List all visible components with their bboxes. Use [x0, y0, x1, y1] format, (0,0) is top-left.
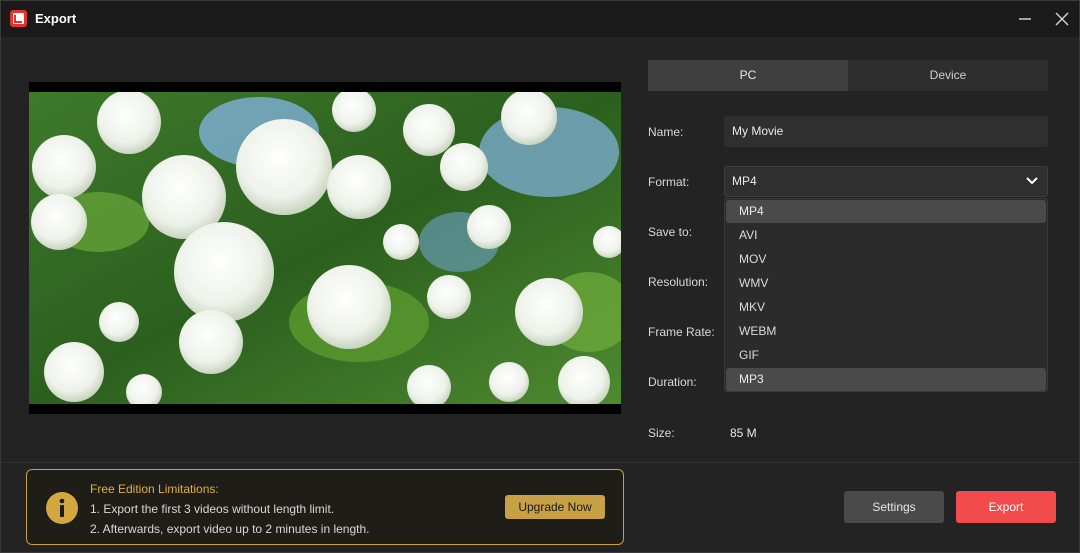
format-dropdown-list: MP4 AVI MOV WMV MKV WEBM GIF MP3: [724, 198, 1048, 392]
frame-rate-label: Frame Rate:: [648, 325, 715, 339]
format-option-gif[interactable]: GIF: [726, 344, 1046, 367]
window-title: Export: [35, 11, 77, 26]
format-option-mp3[interactable]: MP3: [726, 368, 1046, 391]
format-select-value: MP4: [732, 174, 757, 188]
size-value: 85 M: [730, 426, 757, 440]
format-option-avi[interactable]: AVI: [726, 224, 1046, 247]
size-label: Size:: [648, 426, 675, 440]
export-target-tabs: PC Device: [648, 60, 1048, 91]
minimize-icon[interactable]: [1015, 9, 1035, 29]
notice-title: Free Edition Limitations:: [90, 482, 219, 496]
upgrade-now-button[interactable]: Upgrade Now: [505, 495, 605, 519]
name-input[interactable]: My Movie: [724, 116, 1048, 147]
settings-button[interactable]: Settings: [844, 491, 944, 523]
title-bar: Export: [1, 1, 1079, 37]
resolution-label: Resolution:: [648, 275, 709, 289]
tab-device[interactable]: Device: [848, 60, 1048, 91]
format-label: Format:: [648, 175, 690, 189]
name-label: Name:: [648, 125, 684, 139]
close-icon[interactable]: [1052, 9, 1072, 29]
tab-pc[interactable]: PC: [648, 60, 848, 91]
free-edition-notice: Free Edition Limitations: 1. Export the …: [26, 469, 624, 545]
info-icon: [46, 492, 78, 524]
save-to-label: Save to:: [648, 225, 693, 239]
format-option-mp4[interactable]: MP4: [726, 200, 1046, 223]
notice-line-2: 2. Afterwards, export video up to 2 minu…: [90, 522, 370, 536]
export-button[interactable]: Export: [956, 491, 1056, 523]
format-select[interactable]: MP4: [724, 166, 1048, 197]
notice-line-1: 1. Export the first 3 videos without len…: [90, 502, 335, 516]
app-logo-icon: [10, 10, 27, 27]
format-option-mkv[interactable]: MKV: [726, 296, 1046, 319]
chevron-down-icon: [1026, 177, 1038, 185]
export-window: Export PC Device Name: My Movie Format: …: [0, 0, 1080, 553]
video-preview: [29, 82, 621, 414]
format-option-wmv[interactable]: WMV: [726, 272, 1046, 295]
format-option-mov[interactable]: MOV: [726, 248, 1046, 271]
format-option-webm[interactable]: WEBM: [726, 320, 1046, 343]
duration-label: Duration:: [648, 375, 697, 389]
preview-image: [29, 92, 621, 404]
footer-divider: [1, 462, 1079, 463]
